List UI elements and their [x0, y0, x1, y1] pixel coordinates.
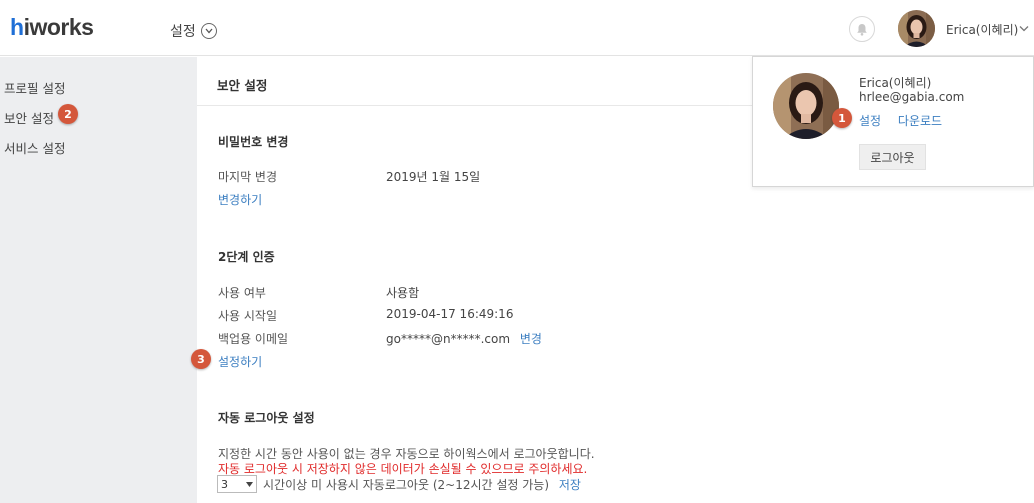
sidebar-item-profile[interactable]: 프로필 설정 [4, 78, 65, 97]
caret-down-icon [246, 481, 253, 487]
user-dropdown-panel: Erica(이혜리) hrlee@gabia.com 설정 다운로드 로그아웃 [752, 56, 1034, 187]
usage-label: 사용 여부 [218, 286, 266, 300]
start-date-label: 사용 시작일 [218, 309, 278, 323]
dropdown-download-link[interactable]: 다운로드 [898, 114, 942, 128]
save-logout-link[interactable]: 저장 [559, 478, 581, 492]
dropdown-user-name: Erica(이혜리) [859, 76, 932, 90]
auto-logout-warning: 자동 로그아웃 시 저장하지 않은 데이터가 손실될 수 있으므로 주의하세요. [218, 462, 588, 476]
logout-hours-description: 시간이상 미 사용시 자동로그아웃 (2~12시간 설정 가능) [263, 478, 550, 492]
backup-email-change-link[interactable]: 변경 [520, 332, 542, 346]
chevron-down-icon[interactable] [1019, 24, 1029, 35]
settings-sidebar: 프로필 설정 보안 설정 서비스 설정 [0, 57, 197, 503]
logout-hours-row: 시간이상 미 사용시 자동로그아웃 (2~12시간 설정 가능) 저장 [263, 476, 581, 493]
last-changed-label: 마지막 변경 [218, 170, 278, 184]
settings-menu-toggle[interactable]: 설정 [170, 21, 217, 41]
logout-hours-select[interactable]: 3 [217, 475, 257, 493]
profile-photo [773, 73, 839, 139]
backup-email-row: go*****@n*****.com 변경 [386, 330, 542, 347]
chevron-down-circle-icon [200, 23, 217, 39]
change-password-link[interactable]: 변경하기 [218, 191, 262, 208]
bell-icon [857, 23, 867, 36]
logout-button[interactable]: 로그아웃 [859, 144, 926, 170]
usage-value: 사용함 [386, 286, 420, 300]
auto-logout-section-title: 자동 로그아웃 설정 [218, 411, 315, 425]
sidebar-item-security[interactable]: 보안 설정 [4, 108, 54, 127]
step-badge-2: 2 [58, 104, 78, 124]
logout-hours-value: 3 [221, 477, 228, 491]
password-section-title: 비밀번호 변경 [218, 135, 289, 149]
dropdown-user-email: hrlee@gabia.com [859, 90, 965, 104]
step-badge-3: 3 [191, 349, 211, 369]
top-header: hiworks 설정 Erica(이혜리) [0, 0, 1034, 56]
step-badge-1: 1 [832, 108, 852, 128]
last-changed-value: 2019년 1월 15일 [386, 170, 481, 184]
two-factor-section-title: 2단계 인증 [218, 250, 275, 264]
sidebar-item-service[interactable]: 서비스 설정 [4, 138, 65, 157]
hiworks-logo[interactable]: hiworks [10, 14, 94, 41]
backup-email-label: 백업용 이메일 [218, 332, 289, 346]
menu-title-label: 설정 [170, 24, 196, 40]
notification-button[interactable] [849, 16, 875, 42]
backup-email-value: go*****@n*****.com [386, 332, 511, 346]
dropdown-settings-link[interactable]: 설정 [859, 114, 881, 128]
title-divider [197, 105, 753, 106]
two-factor-setup-link[interactable]: 설정하기 [218, 353, 262, 370]
dropdown-links: 설정 다운로드 [859, 112, 955, 129]
page-title: 보안 설정 [217, 78, 268, 93]
start-date-value: 2019-04-17 16:49:16 [386, 307, 514, 321]
user-name-label[interactable]: Erica(이혜리) [946, 21, 1018, 38]
user-avatar[interactable] [898, 10, 935, 47]
